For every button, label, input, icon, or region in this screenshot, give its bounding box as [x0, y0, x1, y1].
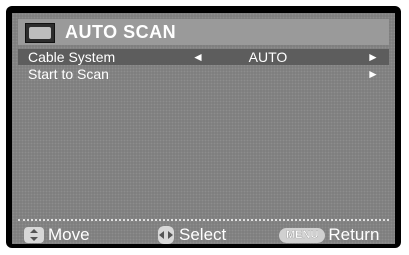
select-label: Select	[179, 225, 227, 244]
footer-divider	[18, 219, 389, 221]
start-to-scan-label: Start to Scan	[28, 66, 109, 82]
right-arrow-icon[interactable]: ►	[367, 66, 379, 82]
menu-item-cable-system[interactable]: Cable System ◄ AUTO ►	[18, 49, 389, 65]
move-hint: Move	[24, 225, 90, 244]
menu-title: AUTO SCAN	[65, 22, 177, 42]
menu-footer: Move Select MENU Return	[12, 225, 395, 244]
cable-system-value: AUTO	[248, 49, 288, 65]
menu-key-icon: MENU	[279, 227, 326, 243]
right-arrow-icon[interactable]: ►	[367, 49, 379, 65]
tv-screen-shape	[29, 27, 51, 39]
left-arrow-icon[interactable]: ◄	[192, 49, 204, 65]
menu-item-start-to-scan[interactable]: Start to Scan ►	[18, 66, 389, 82]
move-label: Move	[48, 225, 90, 244]
left-right-icon	[158, 226, 174, 244]
osd-menu-screen: AUTO SCAN Cable System ◄ AUTO ► Start to…	[12, 13, 395, 244]
select-hint: Select	[158, 225, 226, 244]
menu-title-bar: AUTO SCAN	[18, 19, 389, 45]
return-hint: MENU Return	[279, 225, 379, 244]
return-label: Return	[328, 225, 380, 244]
tv-icon	[25, 23, 55, 43]
up-down-icon	[24, 227, 44, 243]
cable-system-label: Cable System	[28, 49, 116, 65]
